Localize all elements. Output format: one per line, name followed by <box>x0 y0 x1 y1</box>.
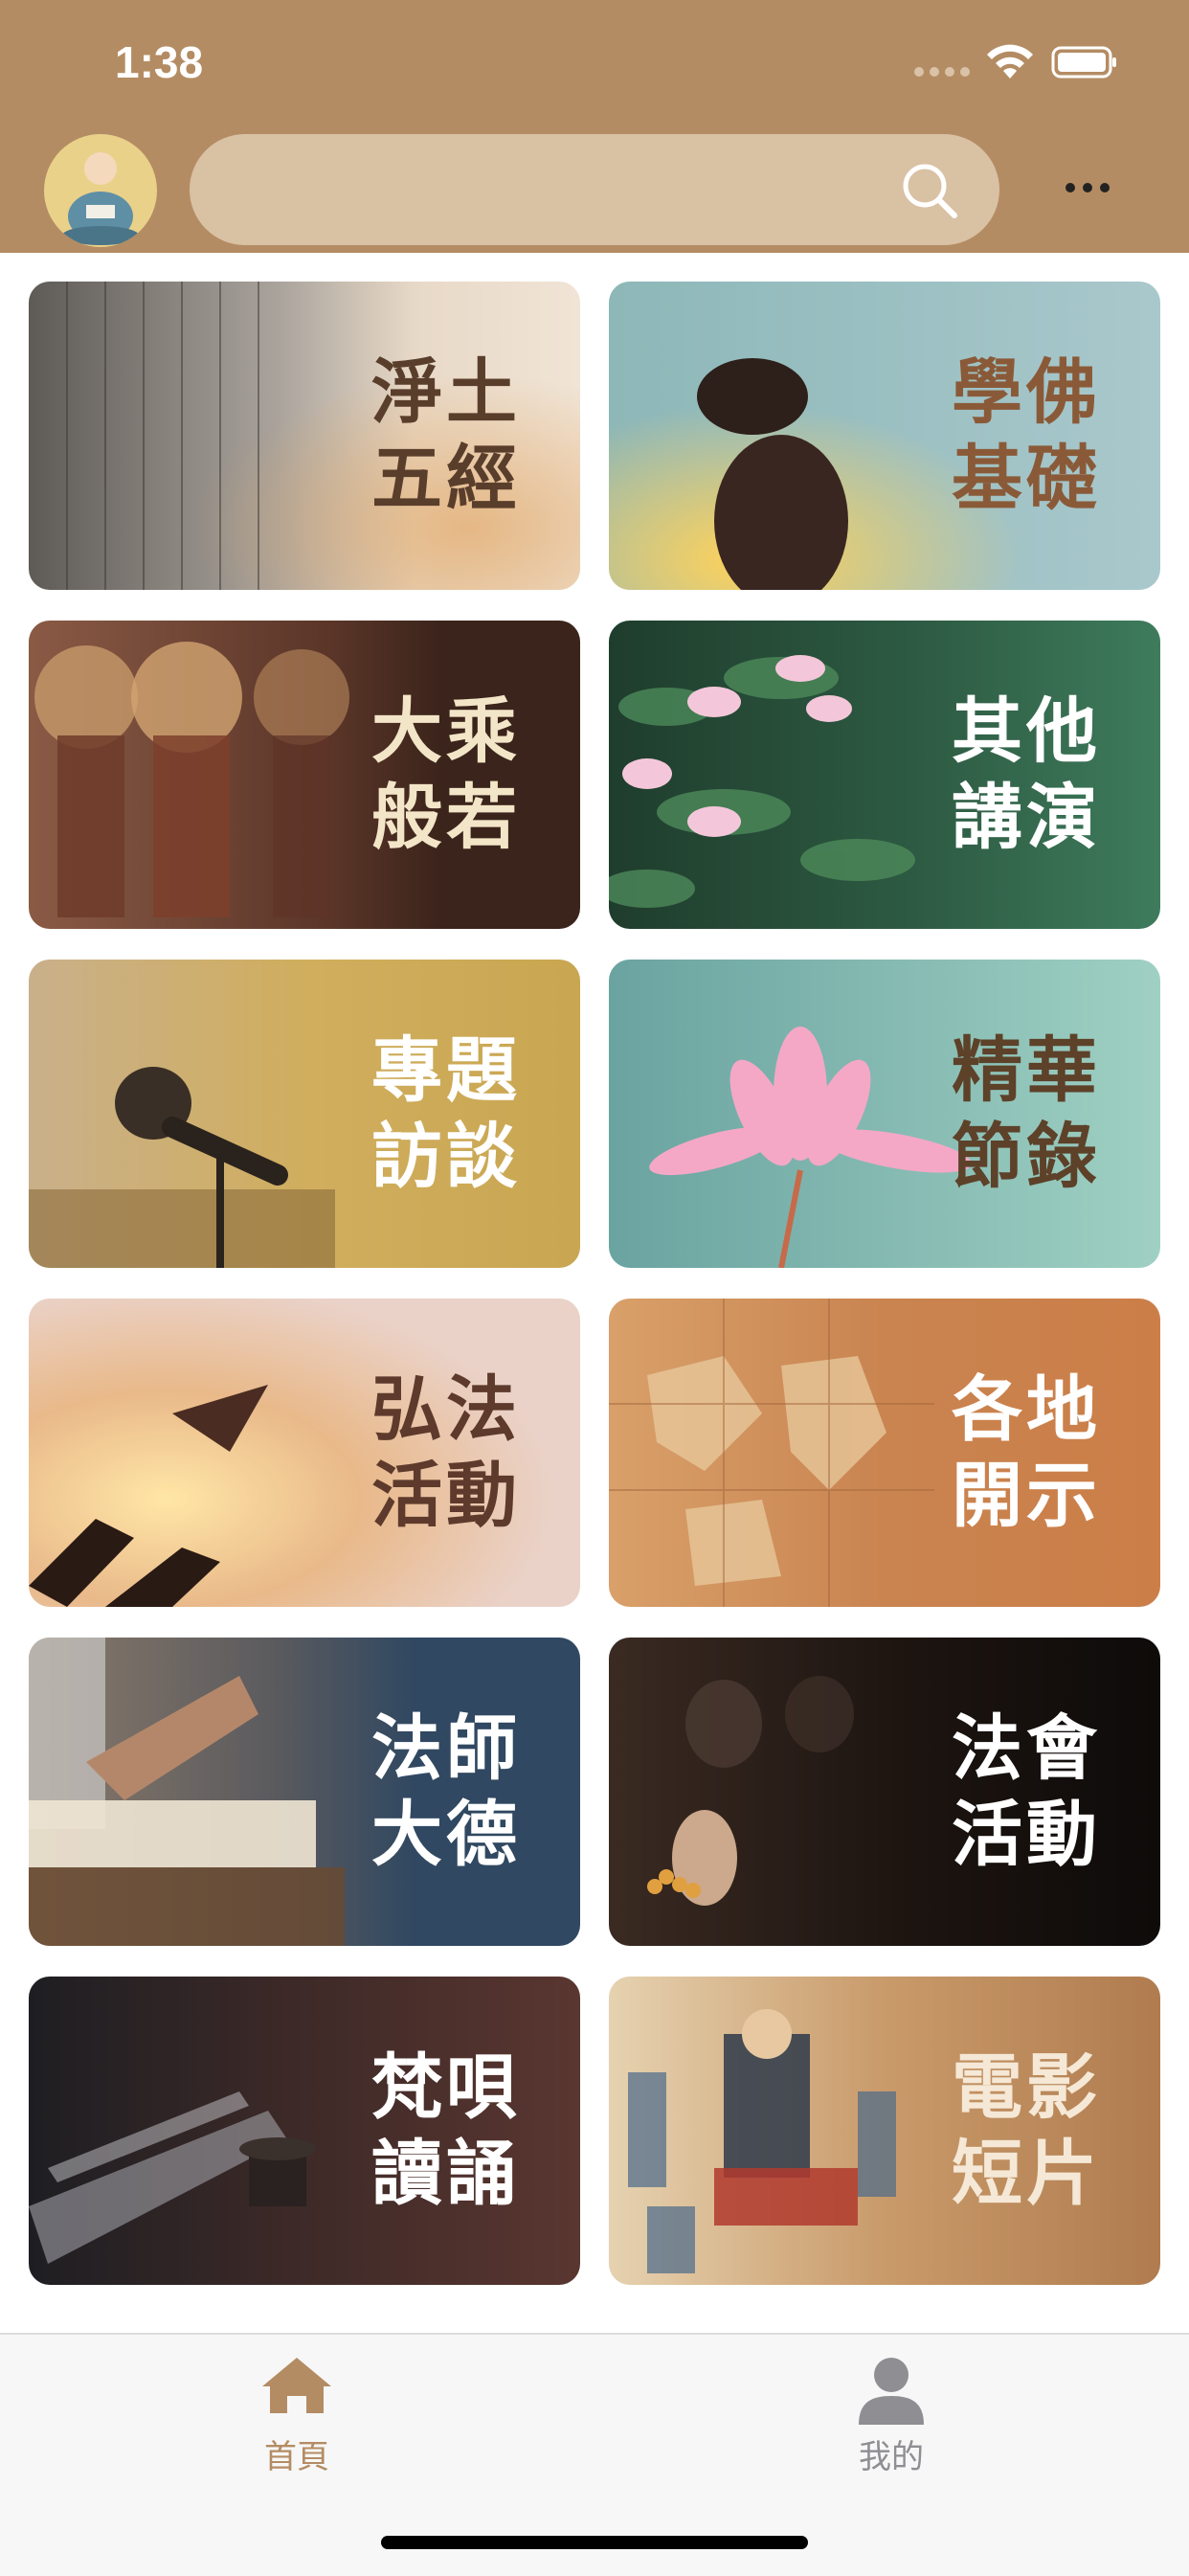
tab-me-label: 我的 <box>859 2438 924 2476</box>
category-tile-films[interactable]: 電影 短片 <box>609 1977 1160 2285</box>
tile-label: 法師 大德 <box>371 1638 521 1946</box>
tile-label: 淨土 五經 <box>371 282 521 590</box>
tile-label-line1: 大乘 <box>371 690 521 773</box>
app-header: 1:38 <box>0 0 1189 253</box>
tile-label: 專題 訪談 <box>371 960 521 1268</box>
tile-label-line1: 法師 <box>371 1707 521 1790</box>
tile-label-line2: 般若 <box>371 777 521 859</box>
tab-home[interactable]: 首頁 <box>201 2354 393 2497</box>
tab-me[interactable]: 我的 <box>796 2354 987 2497</box>
category-tile-mahayana-prajna[interactable]: 大乘 般若 <box>29 621 580 929</box>
tile-label-line2: 短片 <box>952 2133 1101 2215</box>
category-tile-regional-teachings[interactable]: 各地 開示 <box>609 1299 1160 1607</box>
tile-label-line2: 活動 <box>371 1455 521 1537</box>
category-tile-interviews[interactable]: 專題 訪談 <box>29 960 580 1268</box>
tile-label-line1: 淨土 <box>371 351 521 434</box>
tile-label-line1: 各地 <box>952 1368 1101 1451</box>
tile-label: 大乘 般若 <box>371 621 521 929</box>
status-time: 1:38 <box>115 37 204 87</box>
tile-label-line1: 弘法 <box>371 1368 521 1451</box>
tile-label-line2: 開示 <box>952 1455 1101 1537</box>
wifi-icon <box>987 44 1033 79</box>
tile-label-line2: 大德 <box>371 1794 521 1876</box>
more-icon[interactable] <box>1059 169 1116 207</box>
tile-label-line1: 梵唄 <box>371 2046 521 2129</box>
tile-label-line1: 電影 <box>952 2046 1101 2129</box>
category-tile-chanting[interactable]: 梵唄 讀誦 <box>29 1977 580 2285</box>
home-icon <box>262 2358 331 2413</box>
tile-label: 學佛 基礎 <box>952 282 1101 590</box>
tile-label-line1: 法會 <box>952 1707 1101 1790</box>
cellular-signal-icon <box>914 67 970 77</box>
home-indicator <box>381 2536 808 2549</box>
tile-label-line1: 學佛 <box>952 351 1101 434</box>
tile-label-line2: 五經 <box>371 438 521 520</box>
tile-label-line2: 訪談 <box>371 1116 521 1198</box>
monk-avatar-icon <box>62 152 139 245</box>
tile-label: 其他 講演 <box>952 621 1101 929</box>
tile-label-line2: 講演 <box>952 777 1101 859</box>
tile-label-line2: 讀誦 <box>371 2133 521 2215</box>
tile-label-line2: 節錄 <box>952 1116 1101 1198</box>
tile-label-line2: 活動 <box>952 1794 1101 1876</box>
tile-label: 梵唄 讀誦 <box>371 1977 521 2285</box>
tile-label: 精華 節錄 <box>952 960 1101 1268</box>
tile-label-line1: 專題 <box>371 1029 521 1112</box>
category-tile-dharma-events[interactable]: 弘法 活動 <box>29 1299 580 1607</box>
tile-label: 弘法 活動 <box>371 1299 521 1607</box>
search-bar[interactable] <box>190 134 999 245</box>
search-icon[interactable] <box>900 161 959 220</box>
battery-icon <box>1051 46 1116 79</box>
tile-label: 各地 開示 <box>952 1299 1101 1607</box>
tile-label-line2: 基礎 <box>952 438 1101 520</box>
category-tile-highlights[interactable]: 精華 節錄 <box>609 960 1160 1268</box>
tile-label: 法會 活動 <box>952 1638 1101 1946</box>
user-avatar[interactable] <box>44 134 157 247</box>
tile-label: 電影 短片 <box>952 1977 1101 2285</box>
category-tile-dharma-assembly[interactable]: 法會 活動 <box>609 1638 1160 1946</box>
tile-label-line1: 其他 <box>952 690 1101 773</box>
category-tile-pure-land-sutras[interactable]: 淨土 五經 <box>29 282 580 590</box>
category-tile-buddhism-basics[interactable]: 學佛 基礎 <box>609 282 1160 590</box>
category-tile-masters[interactable]: 法師 大德 <box>29 1638 580 1946</box>
person-icon <box>859 2358 924 2425</box>
tab-home-label: 首頁 <box>264 2438 329 2476</box>
tile-label-line1: 精華 <box>952 1029 1101 1112</box>
category-tile-other-talks[interactable]: 其他 講演 <box>609 621 1160 929</box>
